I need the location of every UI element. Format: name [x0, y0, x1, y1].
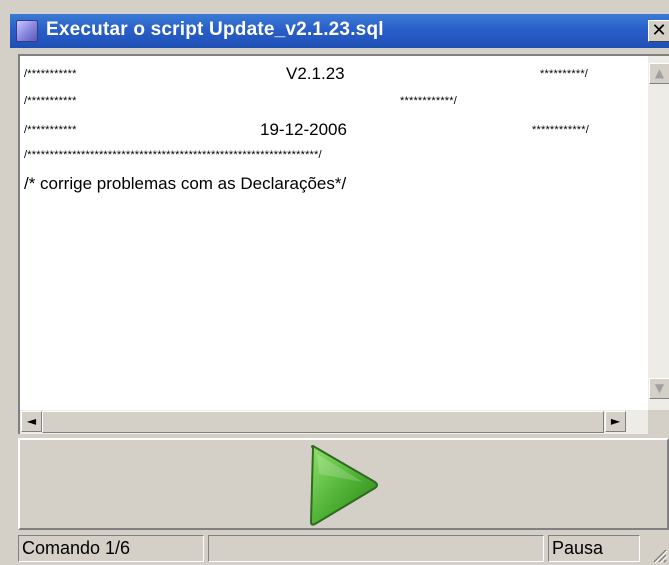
scroll-right-button[interactable]: ►	[605, 411, 626, 432]
window-title: Executar o script Update_v2.1.23.sql	[46, 19, 384, 40]
horizontal-scroll-thumb[interactable]	[42, 411, 604, 433]
scrollbar-corner	[648, 410, 669, 434]
status-message	[208, 535, 544, 562]
scroll-down-button[interactable]: ▼	[649, 378, 669, 399]
state-status: Pausa	[548, 535, 640, 562]
script-view: /*********** V2.1.23 **********/ /******…	[18, 54, 669, 434]
document-icon	[16, 20, 38, 42]
line-left: /***********	[24, 68, 77, 80]
left-arrow-icon: ◄	[26, 414, 37, 428]
script-text-area[interactable]: /*********** V2.1.23 **********/ /******…	[20, 56, 648, 410]
comment-line: /* corrige problemas com as Declarações*…	[24, 174, 347, 193]
close-icon: ✕	[651, 20, 667, 41]
scroll-left-button[interactable]: ◄	[21, 411, 42, 432]
line-right: ************/	[532, 124, 590, 136]
command-status: Comando 1/6	[18, 535, 204, 562]
separator-line: /***************************************…	[24, 149, 322, 161]
right-arrow-icon: ►	[610, 414, 621, 428]
title-bar[interactable]: Executar o script Update_v2.1.23.sql ✕	[10, 14, 669, 48]
up-arrow-icon: ▲	[654, 66, 665, 80]
play-button[interactable]	[18, 438, 669, 530]
date-text: 19-12-2006	[260, 120, 347, 139]
version-text: V2.1.23	[286, 64, 345, 83]
resize-grip-icon[interactable]	[648, 544, 668, 564]
horizontal-scrollbar[interactable]: ◄ ►	[20, 410, 648, 434]
close-button[interactable]: ✕	[648, 20, 669, 42]
line-right: ************/	[400, 95, 458, 107]
line-left: /***********	[24, 95, 77, 107]
status-bar: Comando 1/6 Pausa	[18, 532, 669, 565]
scroll-up-button[interactable]: ▲	[649, 63, 669, 84]
line-left: /***********	[24, 124, 77, 136]
down-arrow-icon: ▼	[654, 381, 665, 395]
script-runner-window: Executar o script Update_v2.1.23.sql ✕ /…	[0, 0, 669, 565]
line-right: **********/	[540, 68, 589, 80]
vertical-scrollbar[interactable]: ▲ ▼	[648, 56, 669, 410]
play-icon	[310, 445, 378, 526]
